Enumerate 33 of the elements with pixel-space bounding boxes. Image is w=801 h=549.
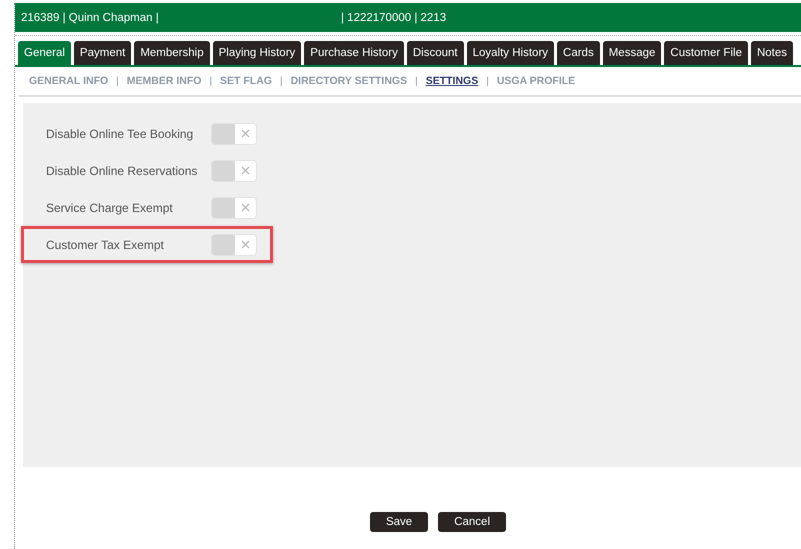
- separator: |: [116, 76, 119, 86]
- tab[interactable]: Purchase History: [304, 41, 404, 65]
- toggle-switch[interactable]: [211, 196, 257, 218]
- tab[interactable]: Membership: [134, 41, 210, 65]
- tab[interactable]: Customer File: [664, 41, 748, 65]
- tab[interactable]: Payment: [74, 41, 132, 65]
- separator: |: [280, 76, 283, 86]
- setting-label: Disable Online Reservations: [46, 164, 198, 178]
- setting-label: Disable Online Tee Booking: [46, 126, 194, 140]
- customer-number: | 1222170000 | 2213: [341, 12, 446, 24]
- close-icon: [241, 240, 250, 249]
- toggle-switch[interactable]: [211, 122, 257, 144]
- subnav-link[interactable]: SETTINGS: [426, 75, 478, 87]
- customer-name: 216389 | Quinn Chapman |: [20, 12, 160, 24]
- setting-label: Customer Tax Exempt: [46, 238, 165, 252]
- tab[interactable]: Notes: [750, 41, 794, 65]
- tab[interactable]: Loyalty History: [466, 41, 554, 65]
- tab[interactable]: Discount: [406, 41, 464, 65]
- close-icon: [241, 129, 250, 138]
- tab[interactable]: Message: [602, 41, 662, 65]
- separator: |: [415, 76, 418, 86]
- separator: |: [486, 76, 489, 86]
- tab[interactable]: General: [18, 41, 71, 65]
- toggle-switch[interactable]: [211, 234, 257, 256]
- separator: |: [209, 76, 212, 86]
- action-button[interactable]: Cancel: [438, 512, 506, 532]
- close-icon: [241, 203, 250, 212]
- tab[interactable]: Cards: [557, 41, 600, 65]
- setting-label: Service Charge Exempt: [46, 200, 174, 214]
- toggle-switch[interactable]: [211, 160, 257, 182]
- tab[interactable]: Playing History: [212, 41, 302, 65]
- action-button[interactable]: Save: [370, 512, 428, 532]
- close-icon: [241, 166, 250, 175]
